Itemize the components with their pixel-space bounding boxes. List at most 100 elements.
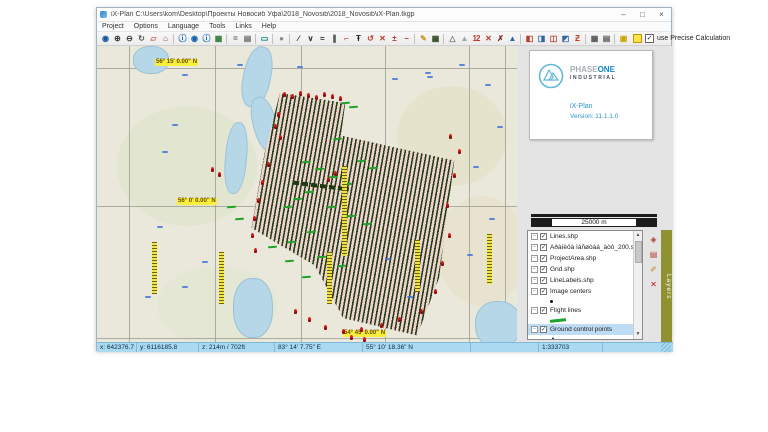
measure-icon[interactable]: = <box>230 33 241 44</box>
layer-row[interactable]: − ✓ Lines.shp <box>528 231 633 242</box>
toolbar-separator <box>226 33 227 44</box>
triangle-tool-icon[interactable]: △ <box>447 33 458 44</box>
export-points-icon[interactable]: ✗ <box>495 33 506 44</box>
window-title: iX-Plan C:\Users\kom\Desktop\Проекты Нов… <box>111 11 415 18</box>
layer-row[interactable]: − ✓ Flight lines <box>528 305 633 316</box>
layer-checkbox[interactable]: ✓ <box>540 255 547 262</box>
point-tool-icon[interactable]: ● <box>276 33 287 44</box>
menu-language[interactable]: Language <box>163 23 204 30</box>
monitor-icon[interactable]: ▭ <box>259 33 270 44</box>
layers-tab[interactable]: Layers <box>661 230 672 342</box>
ground-control-point-marker <box>449 134 452 139</box>
add-layer-button[interactable]: ◈ <box>647 234 660 245</box>
expander-icon[interactable]: − <box>531 255 538 262</box>
flight-line-marker <box>340 101 351 105</box>
layer-checkbox[interactable]: ✓ <box>540 266 547 273</box>
strip-z-icon[interactable]: Ƶ <box>572 33 583 44</box>
report-icon[interactable]: ▣ <box>618 33 629 44</box>
layers-scrollbar[interactable]: ▲ ▼ <box>633 231 642 339</box>
precise-calculation-checkbox[interactable]: ✓ <box>645 34 654 43</box>
home-icon[interactable]: ⌂ <box>160 33 171 44</box>
rotate-strip-icon[interactable]: ↺ <box>365 33 376 44</box>
pan-icon[interactable]: ↻ <box>136 33 147 44</box>
minimize-button[interactable]: – <box>614 8 633 21</box>
menu-project[interactable]: Project <box>97 23 129 30</box>
delete-points-icon[interactable]: ✕ <box>483 33 494 44</box>
expander-icon[interactable]: − <box>531 277 538 284</box>
longitude-label <box>152 242 157 294</box>
strip-left-icon[interactable]: ◧ <box>524 33 535 44</box>
globe-icon[interactable]: ◉ <box>100 33 111 44</box>
menu-tools[interactable]: Tools <box>204 23 230 30</box>
align-tool-icon[interactable]: Ŧ <box>353 33 364 44</box>
zoom-in-icon[interactable]: ⊕ <box>112 33 123 44</box>
expander-icon[interactable]: − <box>531 266 538 273</box>
delete-layer-button[interactable]: ✕ <box>647 279 660 290</box>
close-button[interactable]: × <box>652 8 671 21</box>
ground-control-point-marker <box>448 233 451 238</box>
ground-control-point-marker <box>420 309 423 314</box>
menu-help[interactable]: Help <box>257 23 281 30</box>
zoom-out-icon[interactable]: ⊖ <box>124 33 135 44</box>
print-icon[interactable]: ▤ <box>601 33 612 44</box>
strip-merge-icon[interactable]: ◩ <box>560 33 571 44</box>
eraser-icon[interactable]: ▱ <box>148 33 159 44</box>
edit-layer-button[interactable]: ✐ <box>647 264 660 275</box>
triangulate-icon[interactable]: ▲ <box>507 33 518 44</box>
layer-row[interactable]: − ✓ Ground control points <box>528 324 633 335</box>
menu-links[interactable]: Links <box>230 23 256 30</box>
curve-tool-icon[interactable]: ≈ <box>317 33 328 44</box>
layer-checkbox[interactable]: ✓ <box>540 307 547 314</box>
layer-checkbox[interactable]: ✓ <box>540 233 547 240</box>
layer-checkbox[interactable]: ✓ <box>540 288 547 295</box>
menu-options[interactable]: Options <box>129 23 163 30</box>
level-tool-icon[interactable]: ± <box>389 33 400 44</box>
remove-vertex-icon[interactable]: − <box>401 33 412 44</box>
layer-checkbox[interactable]: ✓ <box>540 244 547 251</box>
scroll-thumb[interactable] <box>635 241 642 263</box>
title-bar[interactable]: iX-Plan C:\Users\kom\Desktop\Проекты Нов… <box>97 8 671 22</box>
delete-tool-icon[interactable]: ✕ <box>377 33 388 44</box>
image-icon[interactable]: ▦ <box>213 33 224 44</box>
print-preview-icon[interactable]: ▤ <box>242 33 253 44</box>
right-panel: PHASEONE INDUSTRIAL iX-Plan Version: 11.… <box>517 46 673 342</box>
layer-style-button[interactable]: ▤ <box>647 249 660 260</box>
maximize-button[interactable]: □ <box>633 8 652 21</box>
strip-both-icon[interactable]: ◫ <box>548 33 559 44</box>
layer-label: Image centers <box>550 288 592 295</box>
expander-icon[interactable]: − <box>531 326 538 333</box>
scroll-up-icon[interactable]: ▲ <box>634 231 642 240</box>
expander-icon[interactable]: − <box>531 244 538 251</box>
renumber-icon[interactable]: 12 <box>471 33 482 44</box>
layer-row[interactable]: − ✓ LineLabels.shp <box>528 275 633 286</box>
scroll-down-icon[interactable]: ▼ <box>634 330 642 339</box>
layer-row[interactable]: − ✓ ProjectArea.shp <box>528 253 633 264</box>
polyline-tool-icon[interactable]: ∨ <box>305 33 316 44</box>
status-segment: y: 6116185.8 <box>137 343 199 352</box>
layer-checkbox[interactable]: ✓ <box>540 326 547 333</box>
parallel-tool-icon[interactable]: ∥ <box>329 33 340 44</box>
settings-icon[interactable]: ◉ <box>189 33 200 44</box>
layer-row[interactable]: − ✓ Ãðàíèöà ìàñøòàá_àòô_200.shp <box>528 242 633 253</box>
resize-grip-icon[interactable] <box>661 342 671 352</box>
expander-icon[interactable]: − <box>531 288 538 295</box>
fill-grid-icon[interactable]: ▦ <box>430 33 441 44</box>
layer-row[interactable]: − ✓ Grid.shp <box>528 264 633 275</box>
triangle-point-icon[interactable]: ▲ <box>459 33 470 44</box>
expander-icon[interactable]: − <box>531 307 538 314</box>
pencil-icon[interactable]: ✎ <box>418 33 429 44</box>
layer-row[interactable]: − ✓ Image centers <box>528 286 633 297</box>
expander-icon[interactable]: − <box>531 233 538 240</box>
strip-right-icon[interactable]: ◨ <box>536 33 547 44</box>
brand-name: PHASEONE <box>570 65 615 74</box>
table-icon[interactable]: ▦ <box>589 33 600 44</box>
info-icon[interactable]: ⓘ <box>177 33 188 44</box>
about-icon[interactable]: ⓘ <box>201 33 212 44</box>
place-name-mark <box>145 296 151 298</box>
layers-listbox: − ✓ Lines.shp − ✓ Ãðàíèöà ìàñøòàá_àòô_200.shp… <box>527 230 643 340</box>
line-tool-icon[interactable]: ∕ <box>293 33 304 44</box>
map-canvas[interactable]: 56° 15' 0.00" N 56° 0' 0.00" N 54° 45' 0… <box>97 46 517 342</box>
place-name-mark <box>202 261 208 263</box>
corner-tool-icon[interactable]: ⌐ <box>341 33 352 44</box>
layer-checkbox[interactable]: ✓ <box>540 277 547 284</box>
